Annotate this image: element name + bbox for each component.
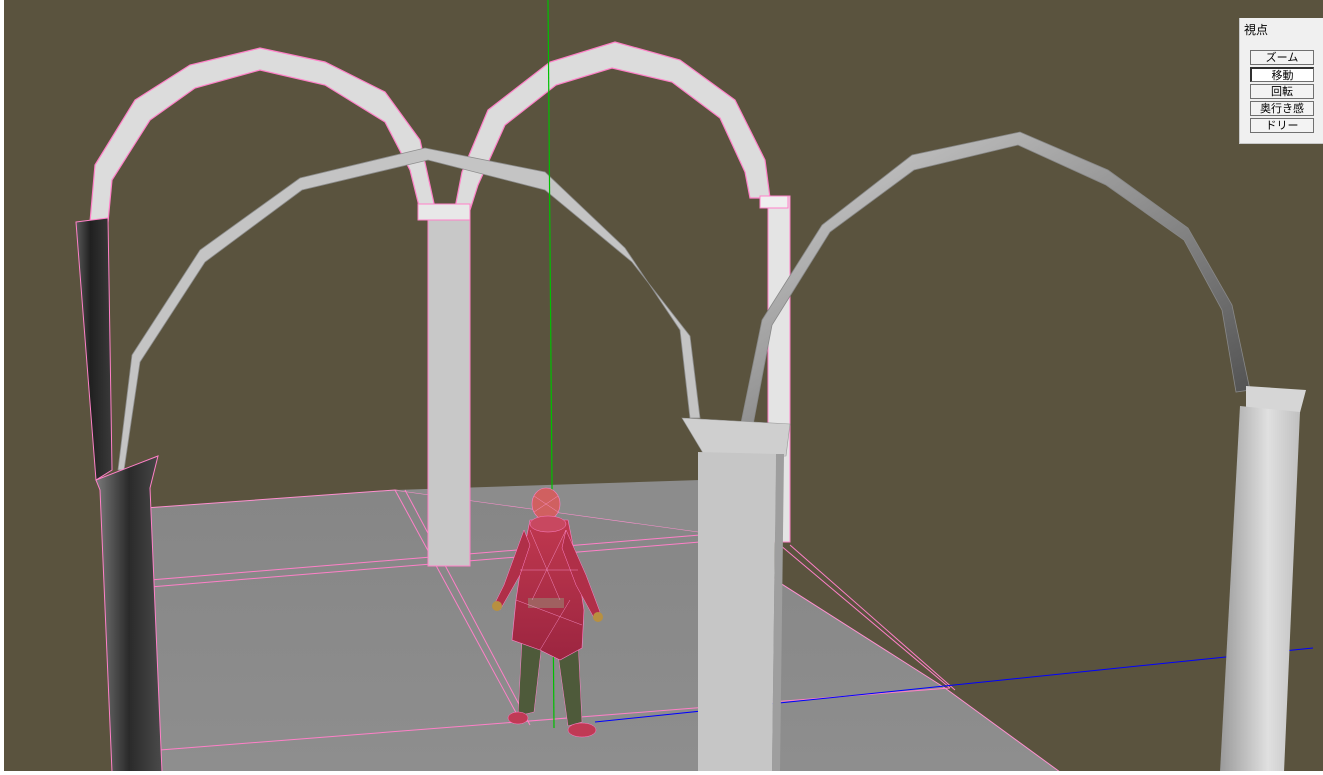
- viewpoint-panel-title: 視点: [1244, 23, 1269, 37]
- 3d-viewport[interactable]: [0, 0, 1323, 775]
- front-center-pillar[interactable]: [681, 417, 791, 772]
- viewpoint-panel: 視点 ズーム 移動 回転 奥行き感 ドリー: [1239, 18, 1323, 144]
- dolly-button[interactable]: ドリー: [1250, 118, 1314, 133]
- scene-canvas[interactable]: [0, 0, 1323, 775]
- zoom-button[interactable]: ズーム: [1250, 50, 1314, 65]
- viewport-border-left: [0, 0, 4, 775]
- floor-slab[interactable]: [144, 489, 1062, 773]
- move-button[interactable]: 移動: [1250, 67, 1314, 82]
- front-right-pillar[interactable]: [1220, 386, 1306, 772]
- depth-button[interactable]: 奥行き感: [1250, 101, 1314, 116]
- left-column[interactable]: [75, 217, 163, 773]
- rotate-button[interactable]: 回転: [1250, 84, 1314, 99]
- viewport-border-bottom: [0, 771, 1323, 775]
